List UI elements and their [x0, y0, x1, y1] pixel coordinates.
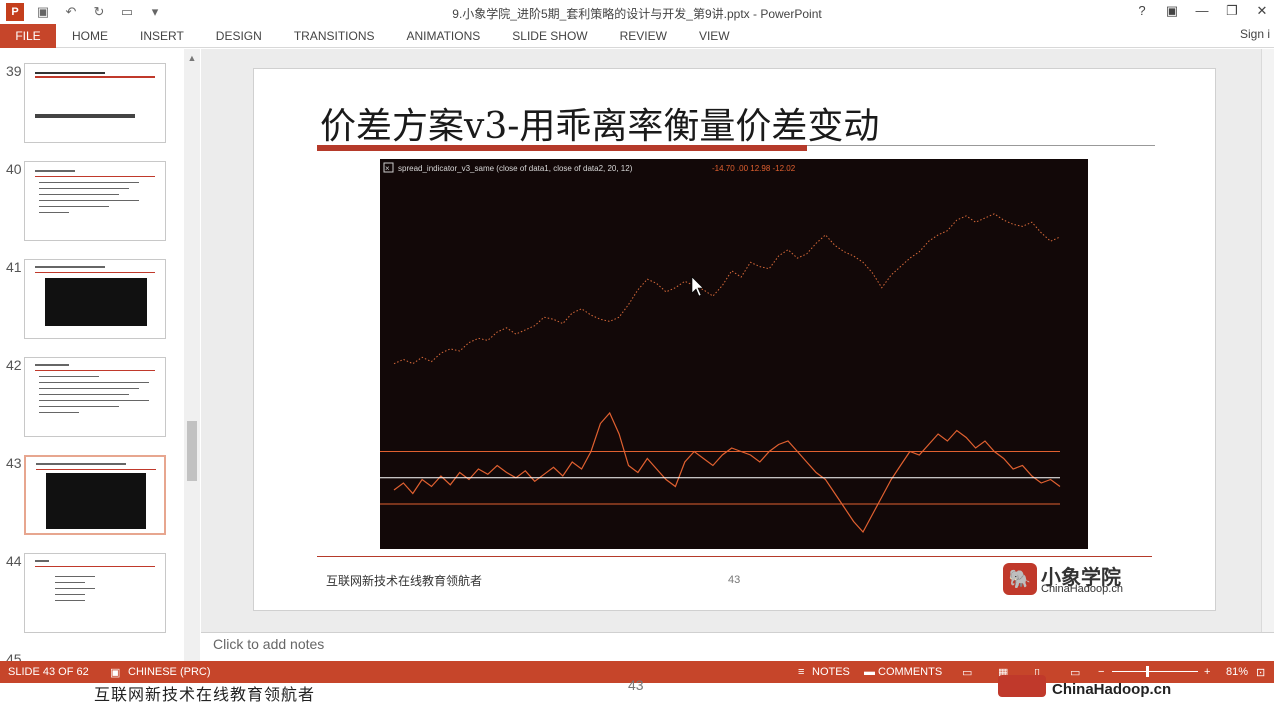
- footer-tagline: 互联网新技术在线教育领航者: [326, 574, 483, 588]
- logo-en-text: ChinaHadoop.cn: [1041, 583, 1123, 595]
- normal-view-icon[interactable]: ▭: [962, 666, 972, 679]
- powerpoint-window: P ▣ ↶ ↻ ▭ ▾ 9.小象学院_进阶5期_套利策略的设计与开发_第9讲.p…: [0, 0, 1274, 720]
- slide-thumbnail[interactable]: [24, 553, 166, 633]
- zoom-in-icon[interactable]: +: [1204, 666, 1210, 678]
- scrollbar-thumb[interactable]: [187, 421, 197, 481]
- thumbnail-number: 42: [6, 357, 22, 373]
- zoom-level[interactable]: 81%: [1226, 666, 1248, 678]
- tab-review[interactable]: REVIEW: [604, 24, 683, 48]
- comments-button[interactable]: COMMENTS: [878, 666, 942, 678]
- overlay-tagline: 互联网新技术在线教育领航者: [94, 687, 316, 704]
- scroll-up-icon[interactable]: ▲: [187, 53, 197, 63]
- language-indicator[interactable]: CHINESE (PRC): [128, 666, 211, 678]
- ribbon: FILE HOME INSERT DESIGN TRANSITIONS ANIM…: [0, 24, 1274, 48]
- thumbnail-number: 40: [6, 161, 22, 177]
- slide-canvas[interactable]: 价差方案v3-用乖离率衡量价差变动 × spread_indicator_v3_…: [253, 68, 1216, 611]
- indicator-chart[interactable]: × spread_indicator_v3_same (close of dat…: [380, 159, 1088, 549]
- slide-thumbnail[interactable]: [24, 161, 166, 241]
- slide-counter: SLIDE 43 OF 62: [8, 666, 89, 678]
- video-overlay-strip: 互联网新技术在线教育领航者 43 ChinaHadoop.cn: [0, 675, 1274, 720]
- footer-divider: [317, 556, 1152, 557]
- ribbon-tabs: HOME INSERT DESIGN TRANSITIONS ANIMATION…: [56, 24, 746, 48]
- tab-transitions[interactable]: TRANSITIONS: [278, 24, 391, 48]
- restore-button[interactable]: ❐: [1224, 2, 1240, 20]
- notes-toggle-button[interactable]: NOTES: [812, 666, 850, 678]
- slide-thumbnails-pane: 39 40 41 42 43 44 45 ▲: [0, 49, 200, 667]
- slideshow-view-icon[interactable]: ▭: [1070, 666, 1080, 679]
- chart-readout: -14.70 .00 12.98 -12.02: [712, 164, 796, 173]
- slide-title[interactable]: 价差方案v3-用乖离率衡量价差变动: [320, 97, 879, 149]
- slide-page-number: 43: [728, 574, 741, 586]
- tab-file[interactable]: FILE: [0, 24, 56, 48]
- brand-logo: 🐘 小象学院 ChinaHadoop.cn: [1003, 563, 1147, 597]
- comments-icon[interactable]: ▬: [864, 666, 875, 678]
- thumbnail-number: 43: [6, 455, 22, 471]
- chart-legend: spread_indicator_v3_same (close of data1…: [398, 164, 633, 173]
- series-line-0: [393, 213, 1061, 365]
- mouse-cursor-icon: [691, 276, 704, 297]
- fit-slide-icon[interactable]: ⊡: [1256, 666, 1265, 679]
- close-button[interactable]: ✕: [1254, 2, 1270, 20]
- chart-marks: [380, 213, 1061, 534]
- zoom-out-icon[interactable]: −: [1098, 666, 1104, 678]
- title-underline: [807, 145, 1155, 146]
- thumbnail-number: 41: [6, 259, 22, 275]
- elephant-icon: 🐘: [1003, 563, 1037, 595]
- chart-svg: × spread_indicator_v3_same (close of dat…: [380, 162, 1061, 534]
- notes-toggle-icon[interactable]: ≡: [798, 666, 804, 678]
- overlay-elephant-icon: [998, 675, 1046, 697]
- slide-editor: 价差方案v3-用乖离率衡量价差变动 × spread_indicator_v3_…: [201, 49, 1261, 632]
- tab-design[interactable]: DESIGN: [200, 24, 278, 48]
- slide-thumbnail[interactable]: [24, 259, 166, 339]
- notes-pane[interactable]: Click to add notes: [201, 632, 1274, 661]
- series-line-1: [393, 411, 1061, 534]
- minimize-button[interactable]: —: [1194, 2, 1210, 20]
- notes-placeholder[interactable]: Click to add notes: [213, 636, 324, 652]
- slide-thumbnail[interactable]: [24, 63, 166, 143]
- thumbnails-scrollbar[interactable]: ▲: [184, 49, 200, 661]
- title-underline-accent: [317, 145, 807, 151]
- tab-view[interactable]: VIEW: [683, 24, 746, 48]
- help-button[interactable]: ?: [1134, 2, 1150, 20]
- window-controls: ? ▣ — ❐ ✕: [1134, 2, 1270, 20]
- editor-scrollbar[interactable]: [1261, 49, 1274, 632]
- spellcheck-icon[interactable]: ▣: [110, 666, 120, 679]
- ribbon-display-icon[interactable]: ▣: [1164, 2, 1180, 20]
- chart-close-glyph: ×: [385, 164, 390, 173]
- thumbnail-number: 39: [6, 63, 22, 79]
- sign-in-link[interactable]: Sign i: [1240, 24, 1270, 44]
- thumbnail-number: 44: [6, 553, 22, 569]
- slide-thumbnail[interactable]: [24, 357, 166, 437]
- tab-insert[interactable]: INSERT: [124, 24, 200, 48]
- tab-home[interactable]: HOME: [56, 24, 124, 48]
- slide-thumbnail-selected[interactable]: [24, 455, 166, 535]
- zoom-slider-thumb[interactable]: [1146, 666, 1149, 677]
- window-title: 9.小象学院_进阶5期_套利策略的设计与开发_第9讲.pptx - PowerP…: [452, 7, 822, 21]
- title-bar: P ▣ ↶ ↻ ▭ ▾ 9.小象学院_进阶5期_套利策略的设计与开发_第9讲.p…: [0, 0, 1274, 24]
- tab-slide-show[interactable]: SLIDE SHOW: [496, 24, 603, 48]
- overlay-page-number: 43: [628, 677, 644, 693]
- overlay-brand: ChinaHadoop.cn: [1052, 681, 1172, 698]
- zoom-slider[interactable]: [1112, 671, 1198, 672]
- tab-animations[interactable]: ANIMATIONS: [390, 24, 496, 48]
